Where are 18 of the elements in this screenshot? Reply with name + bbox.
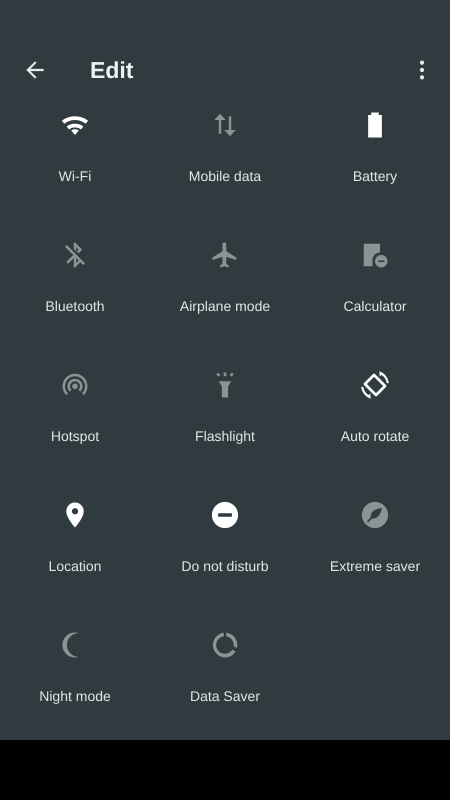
tile-label[interactable]: Do not disturb (181, 557, 269, 575)
tile-label[interactable]: Flashlight (195, 427, 255, 445)
tile-label[interactable]: Extreme saver (330, 557, 420, 575)
tile-label[interactable]: Auto rotate (340, 427, 410, 445)
more-options-button[interactable] (419, 59, 425, 81)
tile-label[interactable]: Night mode (39, 687, 111, 705)
tile-label[interactable]: Data Saver (190, 687, 260, 705)
tile-label[interactable]: Mobile data (188, 167, 262, 185)
tile-label[interactable]: Calculator (343, 297, 407, 315)
tile-label[interactable]: Battery (352, 167, 398, 185)
rotate-icon[interactable] (360, 370, 390, 400)
tile-label[interactable]: Location (48, 557, 102, 575)
tile-label[interactable]: Bluetooth (45, 297, 105, 315)
tile-label[interactable]: Hotspot (50, 427, 100, 445)
page-title: Edit (90, 56, 134, 85)
tile-label[interactable]: Wi-Fi (58, 167, 92, 185)
tile-label[interactable]: Airplane mode (180, 297, 270, 315)
ring-icon[interactable] (210, 630, 240, 660)
